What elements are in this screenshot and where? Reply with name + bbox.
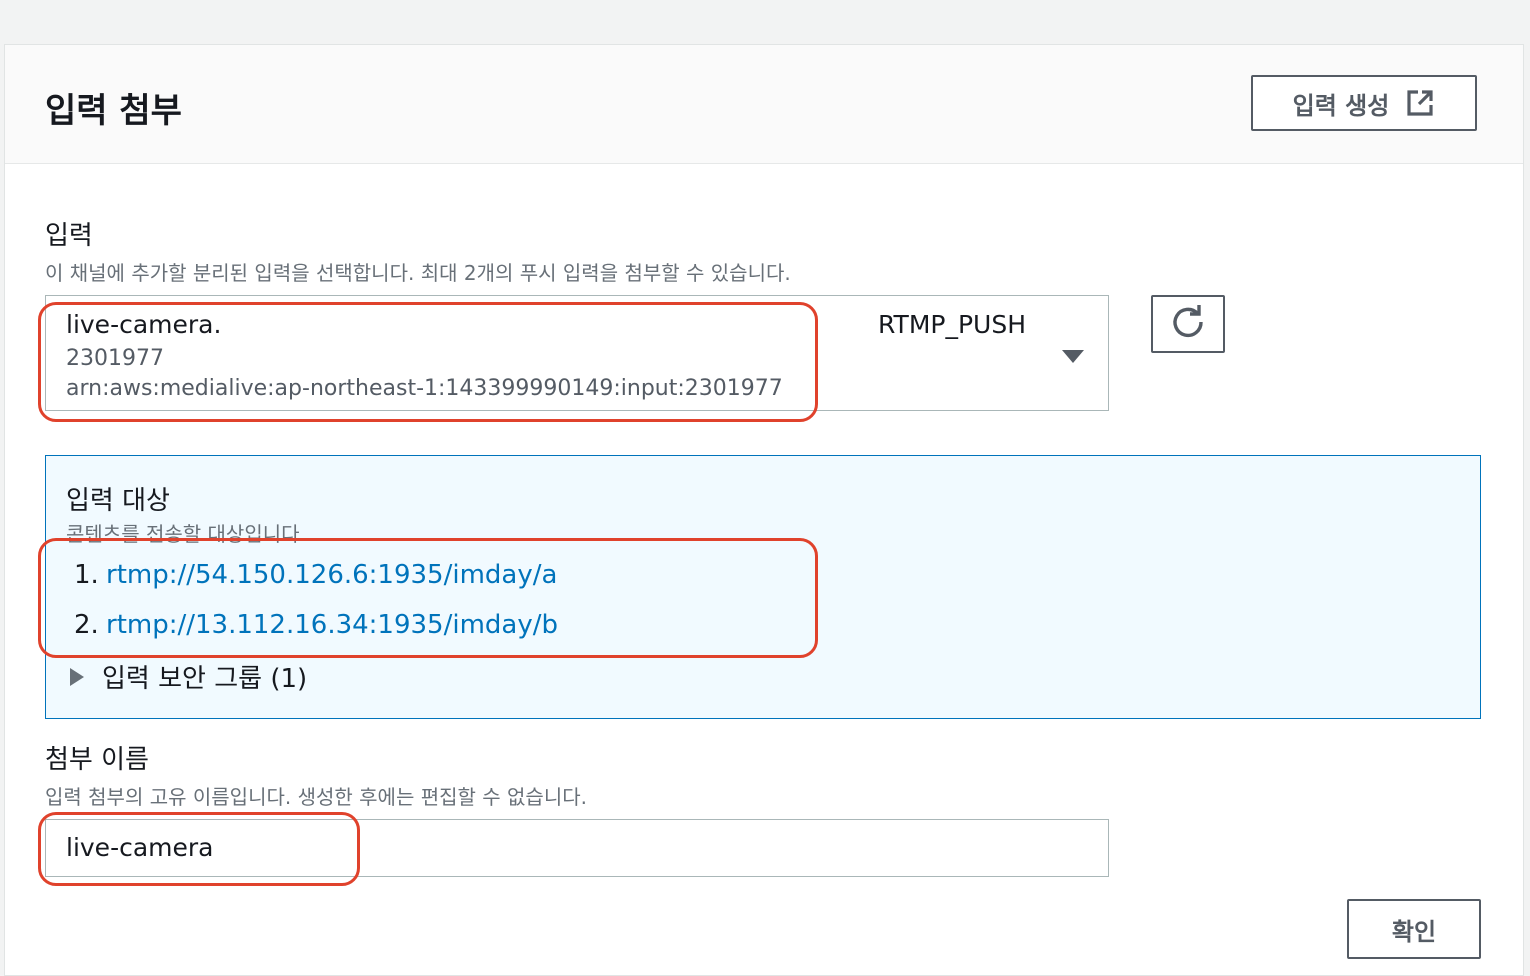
attachment-name-label: 첨부 이름 (45, 745, 149, 775)
attachment-name-input[interactable]: live-camera (45, 819, 1109, 877)
selected-input-name: live-camera. (66, 310, 222, 339)
security-group-label: 입력 보안 그룹 (1) (102, 664, 308, 694)
destination-item: 1. rtmp://54.150.126.6:1935/imday/a (74, 560, 557, 590)
confirm-button[interactable]: 확인 (1347, 899, 1481, 959)
page-title: 입력 첨부 (45, 91, 182, 131)
destinations-description: 콘텐츠를 전송할 대상입니다 (66, 522, 300, 546)
refresh-button[interactable] (1151, 295, 1225, 353)
caret-right-icon (70, 667, 84, 686)
caret-down-icon (1062, 350, 1084, 363)
destination-number: 1. (74, 560, 99, 590)
external-link-icon (1405, 88, 1435, 118)
destination-link[interactable]: rtmp://13.112.16.34:1935/imday/b (106, 610, 558, 640)
refresh-icon (1170, 304, 1206, 344)
destinations-title: 입력 대상 (66, 486, 170, 516)
security-group-expander[interactable]: 입력 보안 그룹 (1) (70, 658, 307, 695)
selected-input-arn: arn:aws:medialive:ap-northeast-1:1433999… (66, 376, 783, 401)
input-destinations-box: 입력 대상 콘텐츠를 전송할 대상입니다 1. rtmp://54.150.126… (45, 455, 1481, 719)
create-input-button[interactable]: 입력 생성 (1251, 75, 1477, 131)
destination-number: 2. (74, 610, 99, 640)
input-label: 입력 (45, 221, 93, 251)
input-select[interactable]: live-camera. 2301977 arn:aws:medialive:a… (45, 295, 1109, 411)
attachment-name-description: 입력 첨부의 고유 이름입니다. 생성한 후에는 편집할 수 없습니다. (45, 785, 587, 809)
selected-input-type: RTMP_PUSH (878, 310, 1027, 339)
selected-input-id: 2301977 (66, 346, 164, 371)
input-description: 이 채널에 추가할 분리된 입력을 선택합니다. 최대 2개의 푸시 입력을 첨… (45, 261, 791, 285)
attach-input-panel: 입력 첨부 입력 생성 입력 이 채널에 추가할 분리된 입력을 선택합니다. … (4, 44, 1524, 976)
create-input-label: 입력 생성 (1292, 91, 1390, 120)
destination-link[interactable]: rtmp://54.150.126.6:1935/imday/a (106, 560, 557, 590)
destination-item: 2. rtmp://13.112.16.34:1935/imday/b (74, 610, 558, 640)
panel-header: 입력 첨부 입력 생성 (5, 45, 1523, 164)
